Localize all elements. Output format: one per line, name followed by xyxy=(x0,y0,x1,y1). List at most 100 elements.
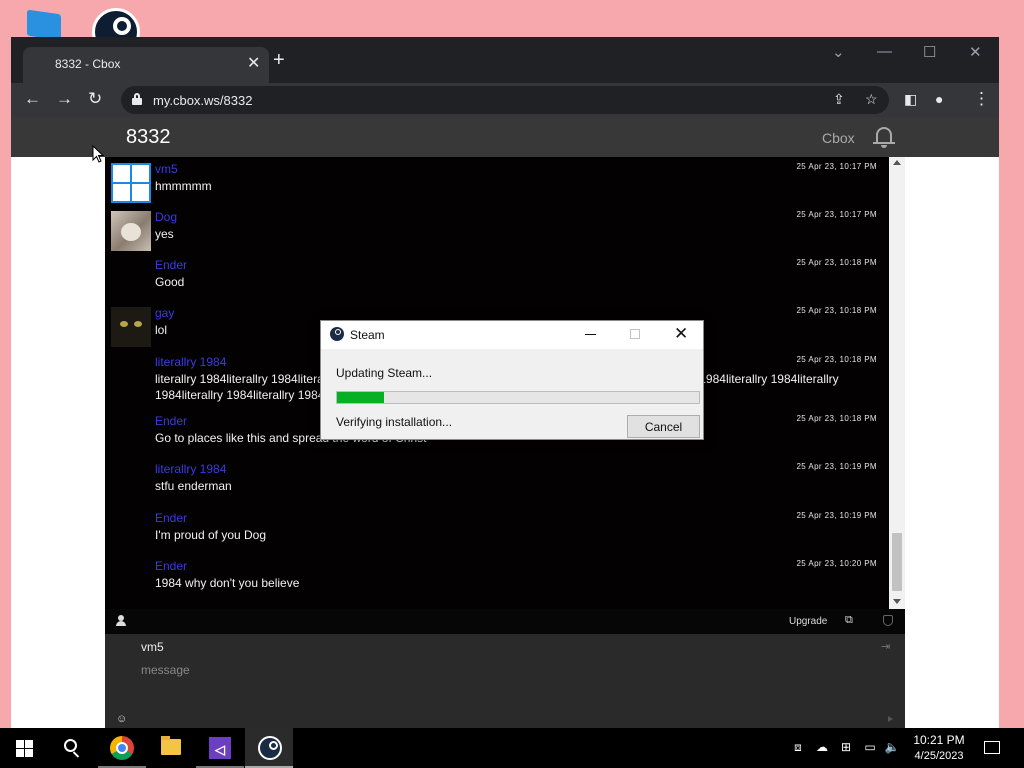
side-panel-icon[interactable]: ◧ xyxy=(904,89,917,109)
clock-date[interactable]: 4/25/2023 xyxy=(900,750,978,762)
message-item: Ender Good 25 Apr 23, 10:18 PM xyxy=(105,257,895,303)
dialog-minimize-icon[interactable] xyxy=(585,334,596,335)
site-header: 8332 Cbox xyxy=(11,117,999,157)
message-input[interactable] xyxy=(141,660,841,680)
back-arrow-icon[interactable]: ← xyxy=(24,89,41,109)
compose-area: vm5 ⇥ ☺ xyxy=(105,634,905,728)
steam-logo-icon xyxy=(330,327,344,341)
visual-studio-icon[interactable]: ◁ xyxy=(196,728,244,768)
close-window-icon[interactable]: ✕ xyxy=(969,43,982,61)
profile-icon[interactable]: ● xyxy=(935,89,943,109)
cloud-offline-icon[interactable]: ☁ xyxy=(814,740,830,754)
message-username[interactable]: gay xyxy=(155,306,174,320)
steam-taskbar-icon[interactable] xyxy=(245,728,293,768)
chrome-icon[interactable] xyxy=(98,728,146,768)
message-text: stfu enderman xyxy=(155,479,232,493)
bookmark-star-icon[interactable]: ☆ xyxy=(865,91,878,108)
message-item: Ender 1984 why don't you believe 25 Apr … xyxy=(105,558,895,604)
browser-toolbar: ← → ↻ my.cbox.ws/8332 ⇪ ☆ ◧ ● ⋮ xyxy=(11,83,999,117)
address-bar[interactable]: my.cbox.ws/8332 ⇪ ☆ xyxy=(121,86,889,114)
message-username[interactable]: literallry 1984 xyxy=(155,462,226,476)
message-username[interactable]: Dog xyxy=(155,210,177,224)
message-timestamp: 25 Apr 23, 10:18 PM xyxy=(796,306,877,315)
message-text: hmmmmm xyxy=(155,179,212,193)
message-timestamp: 25 Apr 23, 10:19 PM xyxy=(796,462,877,471)
mouse-cursor-icon xyxy=(92,144,105,163)
chat-box: vm5 hmmmmm 25 Apr 23, 10:17 PM Dog yes 2… xyxy=(105,157,905,728)
message-item: vm5 hmmmmm 25 Apr 23, 10:17 PM xyxy=(105,161,895,207)
scroll-down-icon[interactable] xyxy=(893,599,901,604)
message-username[interactable]: literallry 1984 xyxy=(155,355,226,369)
message-item: Dog yes 25 Apr 23, 10:17 PM xyxy=(105,209,895,255)
tab-search-icon[interactable]: ⌄ xyxy=(832,43,845,61)
avatar[interactable] xyxy=(111,307,151,347)
clock-time[interactable]: 10:21 PM xyxy=(900,733,978,747)
message-text: 1984 why don't you believe xyxy=(155,576,300,590)
search-icon[interactable] xyxy=(48,728,96,768)
notification-icon[interactable] xyxy=(984,741,1000,754)
message-timestamp: 25 Apr 23, 10:18 PM xyxy=(796,355,877,364)
progress-fill xyxy=(337,392,385,403)
more-menu-icon[interactable]: ⋮ xyxy=(973,89,990,109)
volume-icon[interactable]: 🔈 xyxy=(884,740,900,754)
message-timestamp: 25 Apr 23, 10:18 PM xyxy=(796,258,877,267)
emoji-icon[interactable]: ☺ xyxy=(116,714,127,725)
message-scrollbar[interactable] xyxy=(889,157,905,609)
browser-tab[interactable]: 8332 - Cbox ✕ xyxy=(23,47,269,83)
maximize-icon[interactable]: ☐ xyxy=(923,43,936,61)
avatar[interactable] xyxy=(111,211,151,251)
lock-icon[interactable] xyxy=(132,93,142,105)
bell-icon[interactable] xyxy=(873,124,895,148)
message-username[interactable]: Ender xyxy=(155,511,187,525)
desktop-icon-this-pc[interactable] xyxy=(27,9,61,41)
page-title: 8332 xyxy=(126,126,171,148)
file-explorer-icon[interactable] xyxy=(147,728,195,768)
avatar[interactable] xyxy=(111,163,151,203)
message-text: I'm proud of you Dog xyxy=(155,528,267,542)
shield-icon[interactable] xyxy=(883,615,893,626)
login-icon[interactable]: ⇥ xyxy=(881,640,890,653)
windows-security-icon[interactable]: ⊞ xyxy=(838,740,854,754)
minimize-icon[interactable]: — xyxy=(877,43,892,60)
cancel-button[interactable]: Cancel xyxy=(627,415,700,438)
tab-strip: 8332 - Cbox ✕ + ⌄ — ☐ ✕ xyxy=(11,37,999,83)
dialog-titlebar[interactable]: Steam ✕ xyxy=(321,321,703,349)
message-timestamp: 25 Apr 23, 10:19 PM xyxy=(796,511,877,520)
reload-icon[interactable]: ↻ xyxy=(88,89,102,109)
send-icon[interactable] xyxy=(888,716,893,722)
user-icon[interactable] xyxy=(116,615,126,627)
cbox-link[interactable]: Cbox xyxy=(822,130,855,146)
scroll-thumb[interactable] xyxy=(892,533,902,591)
tray-app-icon[interactable]: ⧈ xyxy=(790,740,806,754)
message-username[interactable]: Ender xyxy=(155,559,187,573)
message-timestamp: 25 Apr 23, 10:18 PM xyxy=(796,414,877,423)
url-text[interactable]: my.cbox.ws/8332 xyxy=(153,93,252,108)
new-tab-button[interactable]: + xyxy=(273,50,285,70)
message-timestamp: 25 Apr 23, 10:17 PM xyxy=(796,210,877,219)
message-text: Good xyxy=(155,275,185,289)
message-text: yes xyxy=(155,227,174,241)
share-icon[interactable]: ⇪ xyxy=(833,91,845,108)
taskbar: ◁ ⧈ ☁ ⊞ ▭ 🔈 10:21 PM 4/25/2023 xyxy=(0,728,1024,768)
dialog-status-text: Updating Steam... xyxy=(336,366,433,380)
message-username[interactable]: Ender xyxy=(155,414,187,428)
message-item: literallry 1984 stfu enderman 25 Apr 23,… xyxy=(105,461,895,507)
dialog-substatus-text: Verifying installation... xyxy=(336,415,453,429)
message-username[interactable]: Ender xyxy=(155,258,187,272)
compose-username[interactable]: vm5 xyxy=(141,640,164,654)
message-item: Ender I'm proud of you Dog 25 Apr 23, 10… xyxy=(105,510,895,556)
scroll-up-icon[interactable] xyxy=(893,160,901,165)
dialog-maximize-icon xyxy=(630,329,640,339)
popout-icon[interactable]: ⧉ xyxy=(845,614,853,627)
forward-arrow-icon[interactable]: → xyxy=(56,89,73,109)
message-timestamp: 25 Apr 23, 10:20 PM xyxy=(796,559,877,568)
windows-start-icon[interactable] xyxy=(0,728,48,768)
message-timestamp: 25 Apr 23, 10:17 PM xyxy=(796,162,877,171)
network-icon[interactable]: ▭ xyxy=(862,740,878,754)
tab-title: 8332 - Cbox xyxy=(55,57,121,71)
dialog-close-icon[interactable]: ✕ xyxy=(674,324,688,344)
update-progress-bar xyxy=(336,391,700,404)
tab-close-icon[interactable]: ✕ xyxy=(247,53,260,73)
upgrade-link[interactable]: Upgrade xyxy=(789,616,827,627)
message-username[interactable]: vm5 xyxy=(155,162,178,176)
